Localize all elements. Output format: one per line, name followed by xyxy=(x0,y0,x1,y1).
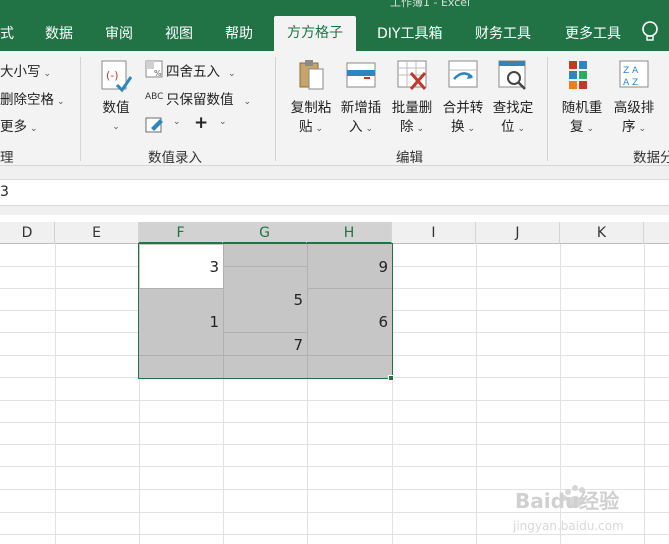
chevron-down-icon: ⌄ xyxy=(638,124,647,134)
gridline xyxy=(0,444,669,445)
chevron-down-icon: ⌄ xyxy=(517,124,526,134)
group-divider xyxy=(547,57,548,161)
advanced-sort-button[interactable]: Z A A Z 高级排 序 ⌄ xyxy=(609,57,659,139)
delete-grid-icon xyxy=(397,60,427,90)
formula-value: 3 xyxy=(0,184,9,200)
tab-view[interactable]: 视图 xyxy=(165,20,193,51)
gridline xyxy=(0,466,669,467)
more-button[interactable]: 更多 ⌄ xyxy=(0,115,38,135)
clipboard-icon xyxy=(299,60,324,90)
insert-icon xyxy=(346,62,376,88)
chevron-down-icon: ⌄ xyxy=(57,97,65,107)
tab-review[interactable]: 审阅 xyxy=(105,20,133,51)
remove-spaces-button[interactable]: 删除空格 ⌄ xyxy=(0,88,65,108)
ribbon-panel: 大小写 ⌄ 删除空格 ⌄ 更多 ⌄ 理 (-) 数值 ⌄ % 四舍五入 ⌄ ABC 只保… xyxy=(0,51,669,166)
group-label-edit: 编辑 xyxy=(396,150,423,166)
svg-text:Z A: Z A xyxy=(623,66,639,76)
random-icon xyxy=(569,61,587,89)
chevron-down-icon: ⌄ xyxy=(30,124,38,134)
column-header-i[interactable]: I xyxy=(392,222,476,244)
tab-formulas[interactable]: 式 xyxy=(0,20,14,51)
random-repeat-button[interactable]: 随机重 复 ⌄ xyxy=(557,57,607,139)
keep-value-button[interactable]: 只保留数值 ⌄ xyxy=(166,88,251,108)
edit-pen-icon[interactable] xyxy=(145,116,165,134)
chevron-down-icon: ⌄ xyxy=(315,124,324,134)
svg-text:(-): (-) xyxy=(106,69,119,82)
chevron-down-icon: ⌄ xyxy=(416,124,425,134)
round-button[interactable]: 四舍五入 ⌄ xyxy=(166,60,236,80)
svg-text:%: % xyxy=(154,69,162,78)
chevron-down-icon: ⌄ xyxy=(243,97,252,107)
tab-more-tools[interactable]: 更多工具 xyxy=(565,20,621,51)
column-header-d[interactable]: D xyxy=(0,222,55,244)
batch-delete-button[interactable]: 批量删 除 ⌄ xyxy=(388,57,436,139)
chevron-down-icon[interactable]: ⌄ xyxy=(219,117,227,127)
chevron-down-icon: ⌄ xyxy=(365,124,374,134)
selection-border xyxy=(138,243,393,379)
gridline xyxy=(0,400,669,401)
chevron-down-icon: ⌄ xyxy=(228,69,236,79)
formula-input[interactable]: 3 xyxy=(0,179,669,206)
column-header-e[interactable]: E xyxy=(55,222,139,244)
tab-data[interactable]: 数据 xyxy=(45,20,73,51)
copy-paste-button[interactable]: 复制粘 贴 ⌄ xyxy=(287,57,335,139)
round-icon: % xyxy=(145,60,163,78)
ribbon-tab-bar: 工作簿1 - Excel 式 数据 审阅 视图 帮助 方方格子 DIY工具箱 财… xyxy=(0,0,669,51)
find-locate-button[interactable]: 查找定 位 ⌄ xyxy=(489,57,537,139)
column-header-j[interactable]: J xyxy=(476,222,560,244)
fill-handle[interactable] xyxy=(388,375,394,381)
group-divider xyxy=(275,57,276,161)
find-icon xyxy=(498,60,526,90)
chevron-down-icon: ⌄ xyxy=(43,69,52,79)
numeric-button[interactable]: (-) 数值 ⌄ xyxy=(96,59,136,137)
svg-text:A Z: A Z xyxy=(623,78,638,88)
watermark-url: jingyan.baidu.com xyxy=(512,519,624,533)
chevron-down-icon[interactable]: ⌄ xyxy=(173,117,181,127)
gridline xyxy=(55,244,56,544)
abc-icon: ABC xyxy=(145,92,164,102)
column-header-k[interactable]: K xyxy=(560,222,644,244)
group-label-data: 数据分 xyxy=(633,150,669,166)
watermark-brand: Baidu经验 xyxy=(515,489,619,513)
group-label-numeric-entry: 数值录入 xyxy=(148,150,202,166)
tab-help[interactable]: 帮助 xyxy=(225,20,253,51)
plus-icon[interactable]: + xyxy=(194,113,208,133)
merge-convert-button[interactable]: 合并转 换 ⌄ xyxy=(439,57,487,139)
column-header-h[interactable]: H xyxy=(307,222,392,244)
gridline xyxy=(476,244,477,544)
case-convert-button[interactable]: 大小写 ⌄ xyxy=(0,60,51,80)
merge-icon xyxy=(448,60,478,88)
chevron-down-icon: ⌄ xyxy=(467,124,476,134)
sort-icon: Z A A Z xyxy=(619,60,649,88)
tab-finance-tools[interactable]: 财务工具 xyxy=(475,20,531,51)
lightbulb-icon[interactable] xyxy=(639,20,661,44)
column-header-f[interactable]: F xyxy=(139,222,223,244)
column-headers: D E F G H I J K xyxy=(0,222,669,244)
group-label-text: 理 xyxy=(0,150,14,166)
insert-new-button[interactable]: 新增插 入 ⌄ xyxy=(337,57,385,139)
group-divider xyxy=(80,57,81,161)
window-title: 工作簿1 - Excel xyxy=(390,0,471,9)
tab-fangfang[interactable]: 方方格子 xyxy=(274,16,356,51)
numeric-icon: (-) xyxy=(101,60,133,93)
column-header-g[interactable]: G xyxy=(223,222,307,244)
chevron-down-icon: ⌄ xyxy=(112,122,120,132)
gridline xyxy=(0,422,669,423)
baidu-jingyan-watermark: Baidu经验 jingyan.baidu.com xyxy=(512,485,624,533)
chevron-down-icon: ⌄ xyxy=(586,124,595,134)
tab-diy-toolbox[interactable]: DIY工具箱 xyxy=(377,20,442,51)
formula-bar-area: 3 xyxy=(0,166,669,215)
